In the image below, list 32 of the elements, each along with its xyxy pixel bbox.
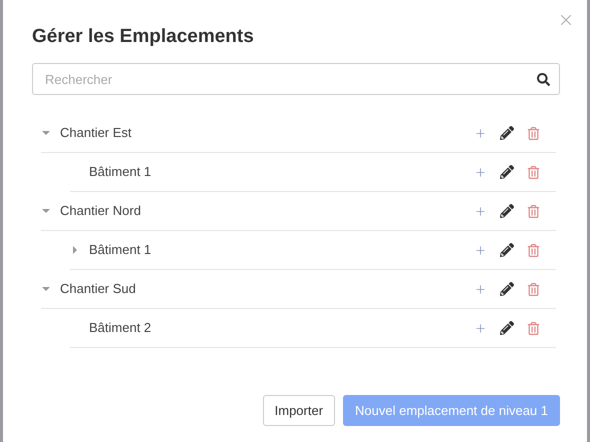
add-icon[interactable] xyxy=(474,204,487,218)
edit-icon[interactable] xyxy=(500,204,514,218)
delete-icon[interactable] xyxy=(527,126,540,140)
tree-item-label[interactable]: Chantier Est xyxy=(60,123,474,143)
delete-icon[interactable] xyxy=(527,166,540,178)
delete-icon[interactable] xyxy=(527,204,540,218)
tree-item-label[interactable]: Bâtiment 1 xyxy=(89,162,474,182)
caret-down-icon[interactable] xyxy=(42,207,50,215)
tree-item-label[interactable]: Chantier Sud xyxy=(60,279,474,299)
tree-item-label[interactable]: Bâtiment 1 xyxy=(89,240,474,260)
add-icon[interactable] xyxy=(474,244,487,256)
edit-icon[interactable] xyxy=(500,165,514,179)
import-button[interactable]: Importer xyxy=(262,395,336,426)
delete-icon[interactable] xyxy=(527,322,540,334)
edit-icon[interactable] xyxy=(500,126,514,140)
tree-item-label[interactable]: Bâtiment 2 xyxy=(89,318,474,338)
search-icon[interactable] xyxy=(537,73,550,86)
caret-right-icon[interactable] xyxy=(71,246,79,254)
edit-icon[interactable] xyxy=(500,282,514,296)
edit-icon[interactable] xyxy=(500,321,514,335)
add-icon[interactable] xyxy=(474,126,487,140)
delete-icon[interactable] xyxy=(527,282,540,296)
add-icon[interactable] xyxy=(474,166,487,178)
edit-icon[interactable] xyxy=(500,243,514,257)
delete-icon[interactable] xyxy=(527,244,540,256)
dialog-title: Gérer les Emplacements xyxy=(32,25,255,49)
add-icon[interactable] xyxy=(474,282,487,296)
tree-item-label[interactable]: Chantier Nord xyxy=(60,201,474,221)
search-field[interactable]: Rechercher xyxy=(32,63,560,95)
add-icon[interactable] xyxy=(474,322,487,334)
caret-down-icon[interactable] xyxy=(42,285,50,293)
caret-down-icon[interactable] xyxy=(42,129,50,137)
